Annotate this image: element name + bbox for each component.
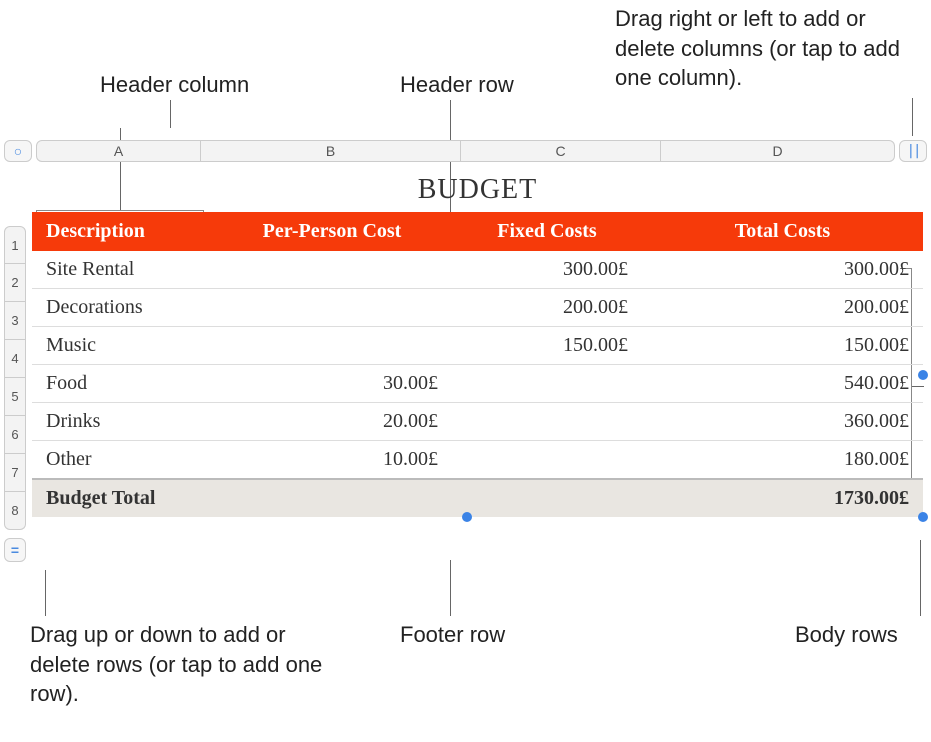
row-headers: 1 2 3 4 5 6 7 8 (4, 226, 26, 530)
th-fixed[interactable]: Fixed Costs (452, 212, 642, 251)
callout-row-handle: Drag up or down to add or delete rows (o… (30, 620, 330, 709)
callout-header-column: Header column (100, 70, 249, 100)
callout-body-rows: Body rows (795, 620, 898, 650)
row-header-6[interactable]: 6 (4, 416, 26, 454)
selection-handle-icon[interactable] (918, 512, 928, 522)
leader-line (912, 98, 913, 136)
table-title: BUDGET (32, 174, 923, 206)
table-row[interactable]: Music 150.00£ 150.00£ (32, 327, 923, 365)
leader-line (170, 100, 171, 128)
row-header-1[interactable]: 1 (4, 226, 26, 264)
budget-table[interactable]: Description Per-Person Cost Fixed Costs … (32, 212, 923, 517)
cell-total[interactable]: 360.00£ (642, 403, 923, 441)
cell-fixed[interactable] (452, 365, 642, 403)
table-row[interactable]: Drinks 20.00£ 360.00£ (32, 403, 923, 441)
column-header-c[interactable]: C (461, 140, 661, 162)
cell-description[interactable]: Other (32, 441, 212, 480)
column-header-b[interactable]: B (201, 140, 461, 162)
cell-total[interactable]: 180.00£ (642, 441, 923, 480)
leader-line (920, 540, 921, 616)
cell-per-person[interactable] (212, 251, 452, 289)
footer-label[interactable]: Budget Total (32, 479, 212, 517)
cell-per-person[interactable]: 30.00£ (212, 365, 452, 403)
cell-per-person[interactable] (212, 289, 452, 327)
table-row[interactable]: Other 10.00£ 180.00£ (32, 441, 923, 480)
footer-total[interactable]: 1730.00£ (642, 479, 923, 517)
column-header-d[interactable]: D (661, 140, 895, 162)
cell-per-person[interactable]: 10.00£ (212, 441, 452, 480)
budget-table-container: BUDGET Description Per-Person Cost Fixed… (32, 174, 923, 517)
column-handle-icon: || (907, 143, 920, 159)
row-header-7[interactable]: 7 (4, 454, 26, 492)
corner-handle[interactable]: ○ (4, 140, 32, 162)
th-per-person[interactable]: Per-Person Cost (212, 212, 452, 251)
table-footer-row[interactable]: Budget Total 1730.00£ (32, 479, 923, 517)
th-total[interactable]: Total Costs (642, 212, 923, 251)
leader-line (45, 570, 46, 616)
row-header-3[interactable]: 3 (4, 302, 26, 340)
cell-fixed[interactable] (452, 403, 642, 441)
table-row[interactable]: Decorations 200.00£ 200.00£ (32, 289, 923, 327)
cell-fixed[interactable]: 300.00£ (452, 251, 642, 289)
cell-description[interactable]: Decorations (32, 289, 212, 327)
cell-fixed[interactable]: 200.00£ (452, 289, 642, 327)
column-header-a[interactable]: A (36, 140, 201, 162)
cell-description[interactable]: Music (32, 327, 212, 365)
table-row[interactable]: Site Rental 300.00£ 300.00£ (32, 251, 923, 289)
cell-total[interactable]: 150.00£ (642, 327, 923, 365)
selection-handle-icon[interactable] (462, 512, 472, 522)
add-column-handle[interactable]: || (899, 140, 927, 162)
add-row-handle[interactable]: = (4, 538, 26, 562)
cell-description[interactable]: Site Rental (32, 251, 212, 289)
cell-fixed[interactable]: 150.00£ (452, 327, 642, 365)
leader-line (450, 560, 451, 616)
callout-footer-row: Footer row (400, 620, 505, 650)
cell-per-person[interactable] (212, 327, 452, 365)
cell-total[interactable]: 200.00£ (642, 289, 923, 327)
cell-total[interactable]: 300.00£ (642, 251, 923, 289)
table-row[interactable]: Food 30.00£ 540.00£ (32, 365, 923, 403)
row-handle-icon: = (11, 542, 19, 558)
row-header-4[interactable]: 4 (4, 340, 26, 378)
cell-description[interactable]: Drinks (32, 403, 212, 441)
cell-total[interactable]: 540.00£ (642, 365, 923, 403)
cell-fixed[interactable] (452, 441, 642, 480)
selection-handle-icon[interactable] (918, 370, 928, 380)
column-headers: A B C D (36, 140, 895, 162)
footer-empty[interactable] (452, 479, 642, 517)
row-header-8[interactable]: 8 (4, 492, 26, 530)
circle-icon: ○ (14, 143, 22, 159)
table-header-row[interactable]: Description Per-Person Cost Fixed Costs … (32, 212, 923, 251)
row-header-5[interactable]: 5 (4, 378, 26, 416)
cell-per-person[interactable]: 20.00£ (212, 403, 452, 441)
callout-col-handle: Drag right or left to add or delete colu… (615, 4, 925, 93)
row-header-2[interactable]: 2 (4, 264, 26, 302)
callout-header-row: Header row (400, 70, 514, 100)
cell-description[interactable]: Food (32, 365, 212, 403)
footer-empty[interactable] (212, 479, 452, 517)
th-description[interactable]: Description (32, 212, 212, 251)
